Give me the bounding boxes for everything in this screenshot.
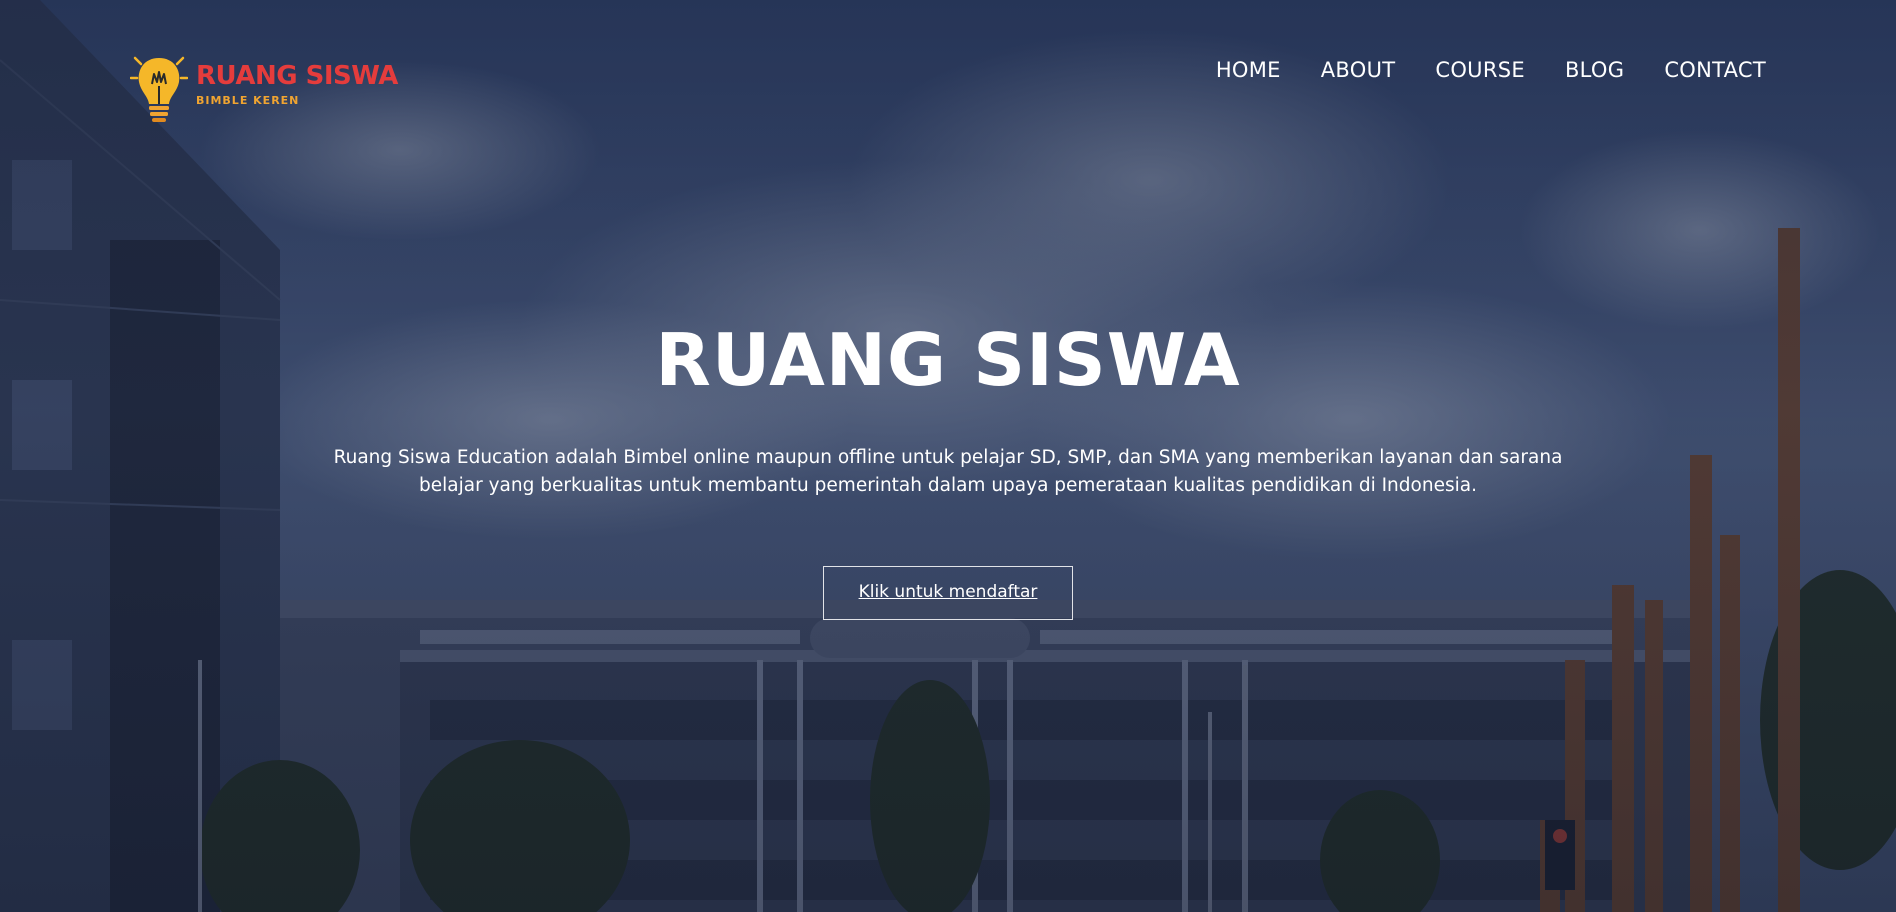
brand-tagline: BIMBLE KEREN [196, 93, 300, 107]
lightbulb-icon [130, 56, 188, 122]
brand-logo[interactable]: RUANG SISWA BIMBLE KEREN [130, 50, 398, 126]
nav-item-course[interactable]: COURSE [1435, 58, 1525, 82]
nav-item-about[interactable]: ABOUT [1321, 58, 1396, 82]
nav-item-contact[interactable]: CONTACT [1664, 58, 1766, 82]
brand-name: RUANG SISWA [196, 60, 398, 91]
hero-title: RUANG SISWA [655, 318, 1241, 402]
brand-text: RUANG SISWA BIMBLE KEREN [196, 63, 398, 106]
main-nav: HOME ABOUT COURSE BLOG CONTACT [1216, 58, 1766, 82]
hero-description: Ruang Siswa Education adalah Bimbel onli… [333, 447, 1563, 496]
nav-item-home[interactable]: HOME [1216, 58, 1281, 82]
hero-content: RUANG SISWA Ruang Siswa Education adalah… [0, 318, 1896, 620]
register-button[interactable]: Klik untuk mendaftar [823, 566, 1073, 620]
nav-item-blog[interactable]: BLOG [1565, 58, 1624, 82]
